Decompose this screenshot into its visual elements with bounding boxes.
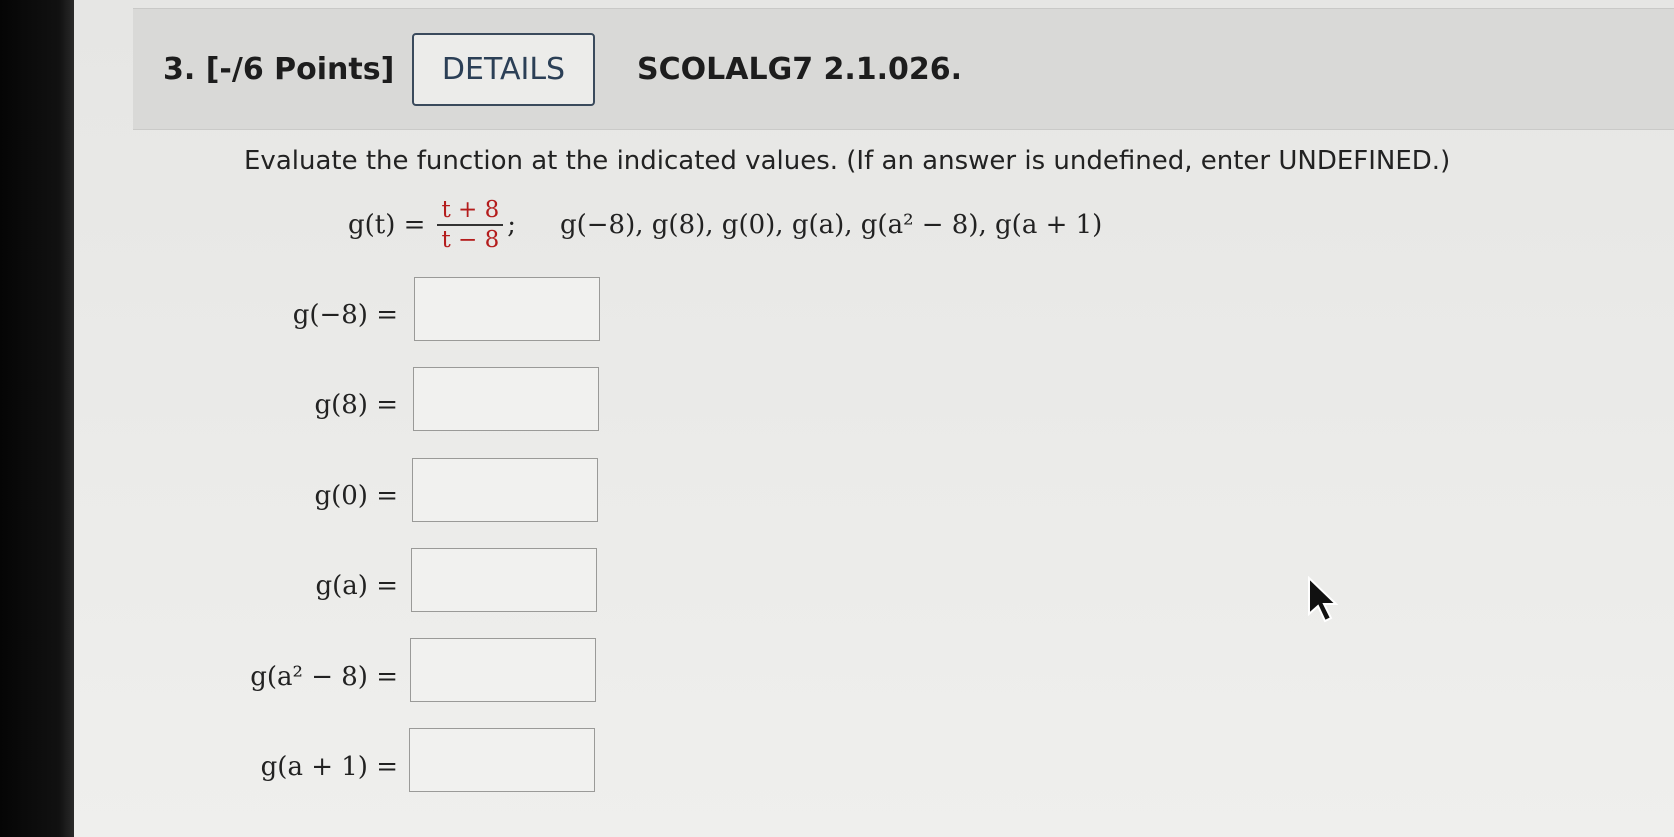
details-button[interactable]: DETAILS — [412, 33, 595, 106]
fraction-numerator: t + 8 — [441, 197, 500, 223]
value-item: g(a) — [791, 210, 845, 240]
function-fraction: t + 8 t − 8 — [437, 196, 504, 254]
answer-input-g-0[interactable] — [412, 458, 598, 522]
answer-input-g-a2-minus-8[interactable] — [410, 638, 596, 702]
value-item: g(−8) — [559, 210, 636, 240]
value-item: g(a² − 8) — [860, 210, 979, 240]
question-source: SCOLALG7 2.1.026. — [637, 52, 963, 87]
question-number-points: 3. [-/6 Points] — [163, 52, 395, 87]
answer-label-g-a2-minus-8: g(a² − 8) = — [250, 662, 398, 692]
answer-label-g-a-plus-1: g(a + 1) = — [260, 752, 398, 782]
function-definition: g(t) = t + 8 t − 8 ; g(−8), g(8), g(0), … — [348, 196, 1102, 254]
answer-input-g-neg8[interactable] — [414, 277, 600, 341]
answer-label-g-0: g(0) = — [314, 481, 398, 511]
instruction-text: Evaluate the function at the indicated v… — [244, 146, 1451, 176]
function-lhs: g(t) = — [348, 210, 426, 240]
mouse-pointer-icon — [1308, 576, 1339, 623]
value-item: g(8) — [651, 210, 706, 240]
value-item: g(a + 1) — [995, 210, 1103, 240]
function-separator: ; — [507, 210, 516, 240]
answer-input-g-8[interactable] — [413, 367, 599, 431]
answer-label-g-neg8: g(−8) = — [292, 300, 398, 330]
fraction-denominator: t − 8 — [441, 227, 500, 253]
answer-label-g-8: g(8) = — [314, 390, 398, 420]
values-list: g(−8), g(8), g(0), g(a), g(a² − 8), g(a … — [559, 210, 1103, 240]
answer-label-g-a: g(a) = — [315, 571, 398, 601]
screen-bezel — [0, 0, 74, 837]
value-item: g(0) — [721, 210, 776, 240]
answer-input-g-a[interactable] — [411, 548, 597, 612]
answer-input-g-a-plus-1[interactable] — [409, 728, 595, 792]
